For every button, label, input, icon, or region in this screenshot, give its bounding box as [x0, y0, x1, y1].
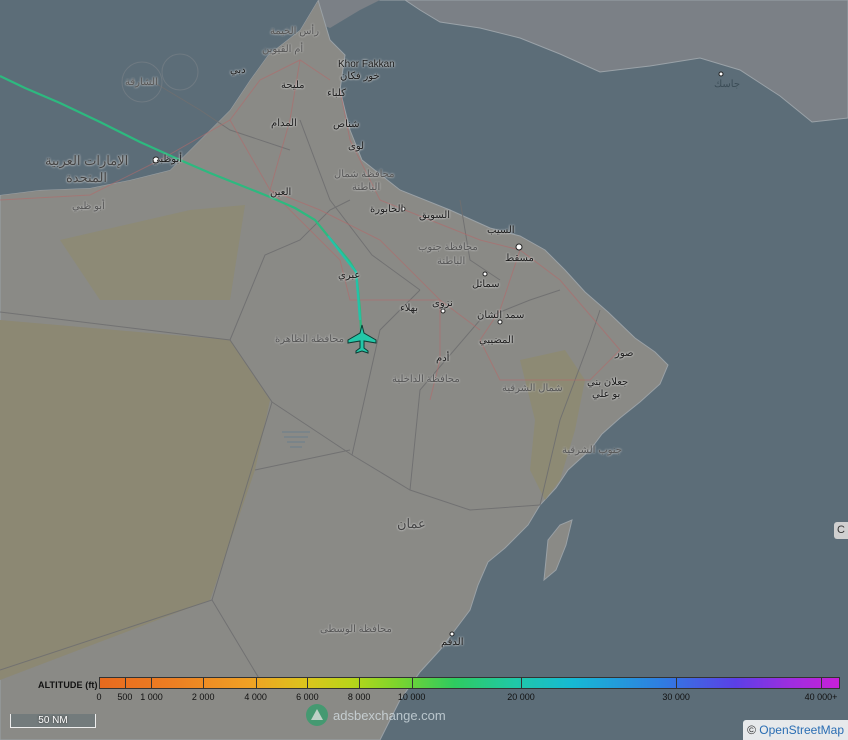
map-label: Khor Fakkan	[338, 59, 395, 70]
openstreetmap-link[interactable]: OpenStreetMap	[759, 723, 844, 737]
map-label: سمائل	[472, 279, 500, 290]
legend-tick-label: 30 000	[662, 692, 690, 702]
legend-tick	[821, 677, 822, 689]
map-attribution: © OpenStreetMap	[743, 720, 848, 740]
map-label: سمد الشان	[477, 310, 525, 321]
scale-bar: 50 NM	[10, 714, 96, 728]
map-label: مليحة	[281, 80, 305, 91]
map-label: محافظة الوسطى	[320, 624, 392, 635]
map-label: عمان	[397, 516, 426, 531]
legend-tick	[307, 677, 309, 689]
legend-title: ALTITUDE (ft)	[38, 680, 98, 690]
side-panel-toggle[interactable]: C	[834, 522, 848, 539]
legend-tick	[255, 677, 257, 689]
map-label: كلباء	[327, 88, 346, 99]
adsbexchange-logo-icon	[306, 704, 328, 726]
map-label: السويق	[419, 210, 451, 221]
map-label: الشارقة	[125, 77, 158, 88]
legend-tick-label: 2 000	[191, 692, 215, 702]
map-label: الباطنة	[437, 256, 466, 267]
brand-watermark: adsbexchange.com	[306, 703, 446, 727]
map-label: جعلان بني	[587, 377, 629, 388]
legend-tick	[676, 677, 678, 689]
map-label: شناص	[333, 119, 360, 130]
map-label: الدقم	[441, 637, 464, 648]
map-label: بو علي	[592, 389, 621, 400]
map-label: أبوظبي	[152, 154, 183, 165]
altitude-color-bar	[99, 677, 840, 689]
legend-tick	[411, 677, 413, 689]
legend-tick	[99, 677, 100, 689]
legend-tick-label: 1 000	[140, 692, 163, 702]
legend-tick-label: 40 000+	[804, 692, 838, 702]
map-label: نزوى	[432, 298, 453, 309]
map-label: عبري	[338, 270, 361, 281]
map-label: الباطنة	[352, 182, 381, 193]
brand-text: adsbexchange.com	[333, 707, 446, 723]
map-label: جاسك	[714, 79, 741, 90]
map-label: محافظة جنوب	[418, 242, 478, 253]
map-label: جنوب الشرقية	[562, 445, 622, 456]
map-label: دبي	[230, 65, 246, 76]
map-label: المضيبي	[479, 335, 514, 346]
legend-tick-label: 10 000	[397, 692, 426, 702]
map-label: لوى	[348, 141, 365, 152]
legend-tick-label: 8 000	[347, 692, 371, 702]
map-label: أم القيوين	[262, 44, 304, 55]
legend-tick-label: 4 000	[244, 692, 267, 702]
map-label: رأس الخيمة	[270, 26, 320, 37]
map-label: المدام	[271, 118, 297, 129]
legend-tick	[203, 677, 205, 689]
legend-tick-label: 6 000	[296, 692, 319, 702]
map-label: الخابورة	[370, 204, 404, 215]
scale-label: 50 NM	[38, 715, 68, 726]
map-label: المتحدة	[66, 170, 108, 185]
map-canvas[interactable]: رأس الخيمة أم القيوين Khor Fakkan خور فكان د…	[0, 0, 848, 740]
map-label: الإمارات العربية	[45, 153, 129, 168]
legend-tick	[359, 677, 361, 689]
map-label: محافظة الظاهرة	[275, 334, 345, 345]
map-label: محافظة الداخلية	[392, 374, 460, 385]
map-label: أبو ظبي	[72, 201, 105, 212]
attribution-prefix: ©	[747, 723, 756, 737]
map-label: السيب	[487, 225, 515, 236]
legend-tick	[151, 677, 153, 689]
legend-tick	[520, 677, 522, 689]
map-label: صور	[615, 348, 634, 359]
map-label: مسقط	[505, 253, 534, 264]
legend-tick-label: 0	[96, 692, 102, 702]
map-label: خور فكان	[340, 71, 380, 82]
legend-tick-label: 500	[117, 692, 133, 702]
map-label: شمال الشرقية	[502, 383, 563, 394]
map-label: بهلاء	[400, 303, 419, 314]
map-label: أدم	[436, 353, 450, 364]
map-basemap	[0, 0, 848, 740]
map-label: محافظة شمال	[334, 169, 395, 180]
legend-tick-label: 20 000	[507, 692, 535, 702]
map-label: العين	[270, 187, 292, 198]
legend-tick	[124, 677, 126, 689]
